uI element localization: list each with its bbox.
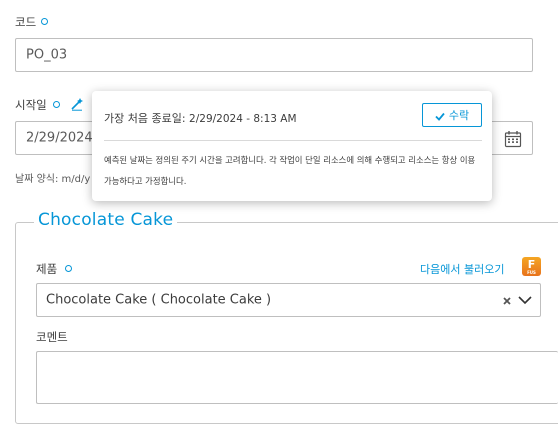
accept-button[interactable]: 수락 (422, 103, 482, 127)
required-dot-icon (65, 265, 72, 272)
calendar-icon[interactable] (504, 130, 522, 148)
product-label: 제품 (36, 262, 58, 276)
product-select[interactable]: Chocolate Cake ( Chocolate Cake ) (36, 283, 541, 317)
required-dot-icon (41, 18, 48, 25)
start-date-label: 시작일 (15, 98, 47, 112)
popover-title-label: 가장 처음 종료일: (104, 112, 186, 125)
start-date-value: 2/29/2024 - (26, 130, 102, 146)
code-value: PO_03 (26, 47, 68, 63)
popover-body: 예측된 날짜는 정의된 주기 시간을 고려합니다. 각 작업이 단일 리소스에 … (104, 150, 484, 192)
fusion-badge-sub: FUS (527, 270, 536, 275)
section-title: Chocolate Cake (34, 210, 178, 230)
accept-label: 수락 (448, 109, 470, 122)
code-label: 코드 (15, 15, 37, 29)
comment-label: 코멘트 (36, 330, 68, 344)
popover-body-line1: 예측된 날짜는 정의된 주기 시간을 고려합니다. 각 작업이 단일 리소스에 … (104, 155, 476, 165)
product-value: Chocolate Cake ( Chocolate Cake ) (46, 292, 272, 308)
fusion-icon[interactable]: F FUS (522, 257, 541, 276)
chevron-down-icon[interactable] (518, 294, 532, 306)
earliest-end-date-popover: 가장 처음 종료일: 2/29/2024 - 8:13 AM 수락 예측된 날짜… (92, 91, 492, 201)
popover-body-line2: 가능하다고 가정합니다. (104, 176, 187, 186)
comment-textarea[interactable] (36, 351, 558, 404)
clear-icon[interactable] (502, 295, 512, 305)
check-icon (435, 111, 445, 121)
wand-icon[interactable] (70, 96, 84, 111)
date-format-hint: 날짜 양식: m/d/y (15, 174, 91, 185)
load-from-link[interactable]: 다음에서 불러오기 (420, 261, 504, 277)
code-input[interactable]: PO_03 (15, 38, 533, 72)
popover-divider (104, 140, 482, 141)
popover-title-value: 2/29/2024 - 8:13 AM (189, 113, 297, 125)
popover-title: 가장 처음 종료일: 2/29/2024 - 8:13 AM (104, 110, 297, 126)
required-dot-icon (53, 101, 60, 108)
